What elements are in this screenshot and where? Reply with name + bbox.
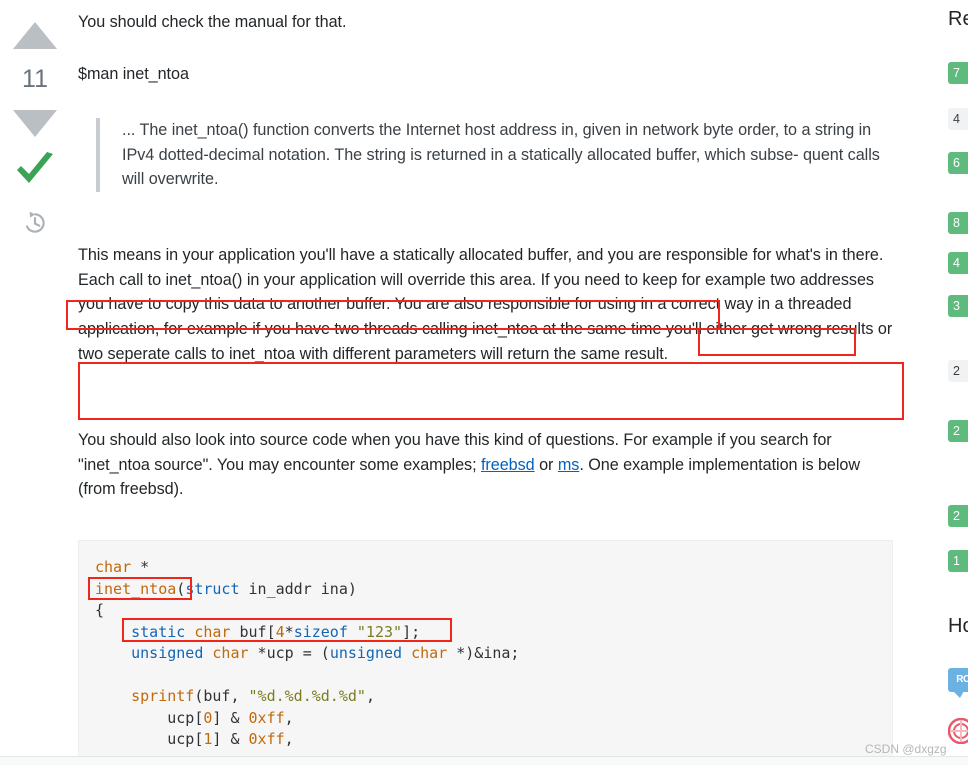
related-vote-badge: 4 <box>953 112 960 126</box>
code-token: char <box>411 644 448 662</box>
code-token: , <box>284 708 294 727</box>
right-sidebar: Related 7 4 6 8 4 3 2 2 2 1 Hot Network Questions… <box>940 0 968 765</box>
related-vote-badge: 3 <box>953 299 960 313</box>
related-vote-badge: 4 <box>953 256 960 270</box>
sidebar-related-item-9[interactable]: 1 <box>948 550 968 572</box>
code-token: in_addr ina) <box>239 579 357 598</box>
related-vote-badge: 2 <box>953 364 960 378</box>
code-token: char <box>95 558 141 576</box>
vote-column: 11 <box>0 0 70 765</box>
sidebar-related-item-3[interactable]: 8 <box>948 212 968 234</box>
blockquote-text: ... The inet_ntoa() function converts th… <box>122 121 880 189</box>
bottom-divider <box>0 756 968 765</box>
stackoverflow-answer-screenshot: 11 You should check the manual for that.… <box>0 0 968 765</box>
code-token: unsigned <box>329 644 403 662</box>
sidebar-related-item-0[interactable]: 7 <box>948 62 968 84</box>
code-token: ] & <box>212 730 249 748</box>
paragraph-intro: You should check the manual for that. <box>78 13 347 31</box>
code-token: , <box>365 687 375 705</box>
blockquote-manual-excerpt: ... The inet_ntoa() function converts th… <box>96 118 886 192</box>
sidebar-related-item-7[interactable]: 2 <box>948 420 968 442</box>
code-token: *)&ina; <box>447 644 520 662</box>
code-token: "123" <box>356 622 403 641</box>
code-token: char <box>194 622 231 641</box>
vote-count: 11 <box>22 65 48 93</box>
code-token: unsigned <box>131 644 204 662</box>
sidebar-related-item-8[interactable]: 2 <box>948 505 968 527</box>
chat-bubble-icon[interactable]: RC <box>948 668 968 698</box>
code-token: * <box>140 558 150 576</box>
code-token: 4 <box>275 622 285 641</box>
related-vote-badge: 2 <box>953 509 960 523</box>
sidebar-related-item-1[interactable]: 4 <box>948 108 968 130</box>
code-token: buf[ <box>230 622 276 641</box>
link-ms[interactable]: ms <box>558 456 580 474</box>
code-token: 0xff <box>248 708 285 727</box>
code-token: static <box>131 622 186 641</box>
related-vote-badge: 2 <box>953 424 960 438</box>
link-freebsd[interactable]: freebsd <box>481 456 535 474</box>
sidebar-title-hot-network-questions: Hot Network Questions <box>948 615 968 637</box>
code-token: ucp[ <box>95 730 204 748</box>
code-token: (buf, <box>194 687 249 705</box>
code-token: inet_ntoa <box>95 579 177 598</box>
code-token: ucp[ <box>95 708 204 727</box>
annot-threads-calls <box>78 362 904 420</box>
accepted-answer-check-icon[interactable] <box>13 150 57 190</box>
csdn-watermark: CSDN @dxgzg <box>865 742 947 756</box>
sidebar-title-related: Related <box>948 8 968 30</box>
sidebar-related-item-4[interactable]: 4 <box>948 252 968 274</box>
notification-bell-icon[interactable] <box>948 718 968 744</box>
code-text: char * inet_ntoa(struct in_addr ina) { s… <box>95 557 892 751</box>
code-token: ( <box>176 579 186 598</box>
sidebar-related-item-6[interactable]: 2 <box>948 360 968 382</box>
upvote-arrow-icon[interactable] <box>13 22 57 49</box>
paragraph-man-command: $man inet_ntoa <box>78 65 189 83</box>
code-token: struct <box>185 579 240 598</box>
code-token: "%d.%d.%d.%d" <box>248 687 366 705</box>
code-token: ] & <box>212 708 249 727</box>
code-token: char <box>212 644 249 662</box>
sidebar-related-item-2[interactable]: 6 <box>948 152 968 174</box>
code-token: { <box>95 601 105 619</box>
paragraph-source-code-advice: You should also look into source code wh… <box>78 428 893 502</box>
code-token: sprintf <box>131 687 195 705</box>
paragraph-source-or: or <box>534 455 558 474</box>
code-token: *ucp = ( <box>248 644 330 662</box>
related-vote-badge: 7 <box>953 66 960 80</box>
paragraph-static-buffer-explanation: This means in your application you'll ha… <box>78 246 893 363</box>
code-token: 0xff <box>248 730 285 748</box>
related-vote-badge: 1 <box>953 554 960 568</box>
related-vote-badge: 6 <box>953 156 960 170</box>
sidebar-related-item-5[interactable]: 3 <box>948 295 968 317</box>
downvote-arrow-icon[interactable] <box>13 110 57 137</box>
code-token: * <box>284 622 294 641</box>
revision-history-icon[interactable] <box>22 210 48 236</box>
related-vote-badge: 8 <box>953 216 960 230</box>
code-token: , <box>284 730 294 748</box>
code-token: ]; <box>402 622 421 641</box>
code-block-freebsd-implementation: char * inet_ntoa(struct in_addr ina) { s… <box>78 540 893 765</box>
code-token: sizeof <box>293 622 348 641</box>
